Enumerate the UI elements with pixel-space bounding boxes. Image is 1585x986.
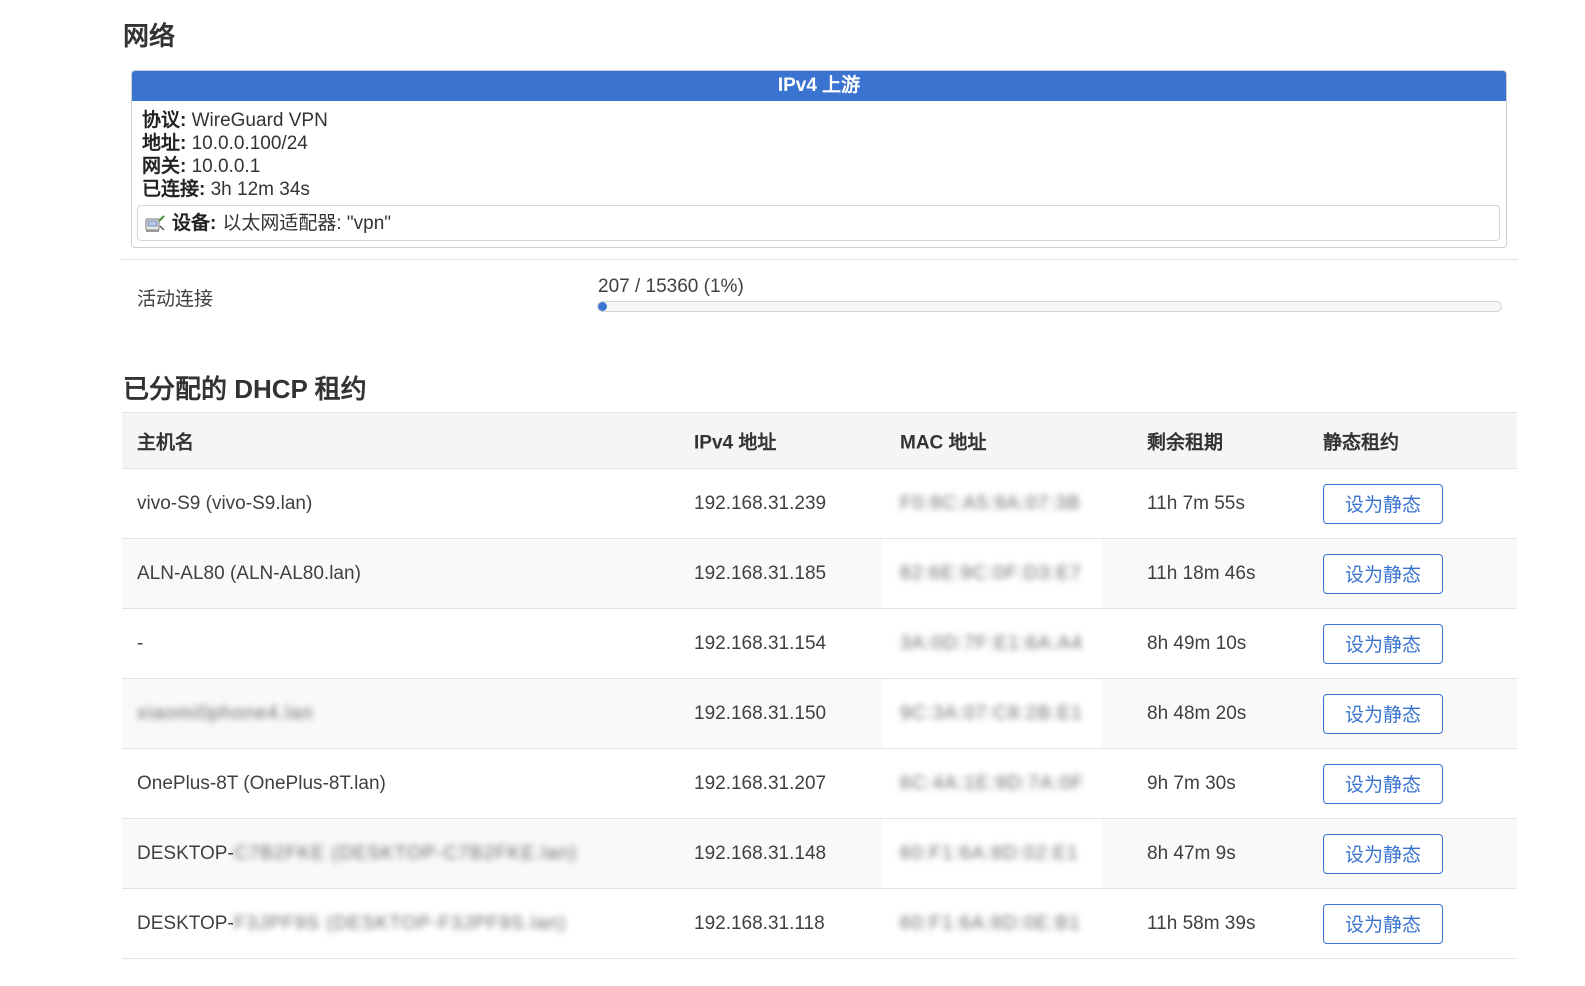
ipv4-upstream-header: IPv4 上游: [132, 71, 1506, 101]
hostname-cell: DESKTOP-C7B2FKE (DESKTOP-C7B2FKE.lan): [137, 843, 577, 865]
mac-cell-redacted: 60:F1:6A:8D:02:E1: [900, 842, 1079, 864]
gateway-row: 网关: 10.0.0.1: [142, 155, 1496, 178]
static-cell: 设为静态: [1323, 623, 1443, 664]
table-body: vivo-S9 (vivo-S9.lan) 192.168.31.239 F0:8C…: [122, 469, 1517, 959]
lease-remaining-cell: 8h 48m 20s: [1147, 702, 1247, 724]
hostname-redacted: C7B2FKE (DESKTOP-C7B2FKE.lan): [233, 842, 578, 864]
ipv4-upstream-details: 协议: WireGuard VPN 地址: 10.0.0.100/24 网关: …: [132, 101, 1506, 241]
address-row: 地址: 10.0.0.100/24: [142, 132, 1496, 155]
hostname-cell: OnePlus-8T (OnePlus-8T.lan): [137, 773, 386, 795]
dhcp-leases-table: 主机名 IPv4 地址 MAC 地址 剩余租期 静态租约 vivo-S9 (vi…: [122, 412, 1517, 959]
luci-status-page: 网络 IPv4 上游 协议: WireGuard VPN 地址: 10.0.0.…: [0, 0, 1585, 986]
set-static-button[interactable]: 设为静态: [1323, 903, 1443, 944]
mac-cell-redacted: 9C:3A:07:C8:2B:E1: [900, 702, 1083, 724]
lease-remaining-cell: 8h 47m 9s: [1147, 842, 1236, 864]
device-box[interactable]: 设备: 以太网适配器: "vpn": [137, 205, 1500, 241]
ipv4-cell: 192.168.31.150: [694, 702, 827, 724]
mac-cell-redacted: 60:F1:6A:8D:0E:B1: [900, 912, 1081, 934]
protocol-value: WireGuard VPN: [191, 110, 328, 131]
table-row: ALN-AL80 (ALN-AL80.lan) 192.168.31.185 82:…: [122, 539, 1517, 609]
hostname-text: vivo-S9 (vivo-S9.lan): [137, 492, 313, 514]
table-header: 主机名 IPv4 地址 MAC 地址 剩余租期 静态租约: [122, 412, 1517, 469]
gateway-label: 网关:: [142, 156, 187, 177]
static-cell: 设为静态: [1323, 763, 1443, 804]
ipv4-cell: 192.168.31.118: [694, 912, 825, 934]
table-row: OnePlus-8T (OnePlus-8T.lan) 192.168.31.20…: [122, 749, 1517, 819]
connected-label: 已连接:: [142, 179, 206, 200]
ipv4-cell: 192.168.31.185: [694, 562, 827, 584]
static-cell: 设为静态: [1323, 903, 1443, 944]
set-static-button[interactable]: 设为静态: [1323, 483, 1443, 524]
hostname-cell: ALN-AL80 (ALN-AL80.lan): [137, 563, 361, 585]
address-label: 地址:: [142, 133, 187, 154]
static-cell: 设为静态: [1323, 483, 1443, 524]
ipv4-cell: 192.168.31.207: [694, 772, 827, 794]
lease-remaining-cell: 9h 7m 30s: [1147, 772, 1236, 794]
column-header-mac: MAC 地址: [900, 432, 987, 453]
hostname-text: ALN-AL80 (ALN-AL80.lan): [137, 562, 361, 584]
device-label: 设备:: [172, 212, 217, 234]
column-header-hostname: 主机名: [137, 432, 195, 453]
hostname-redacted: F3JPF9S (DESKTOP-F3JPF9S.lan): [233, 912, 567, 934]
connected-row: 已连接: 3h 12m 34s: [142, 178, 1496, 201]
mac-cell-redacted: 82:6E:9C:0F:D3:E7: [900, 562, 1082, 584]
hostname-cell: -: [137, 633, 143, 655]
hostname-text: DESKTOP-: [137, 912, 234, 934]
set-static-button[interactable]: 设为静态: [1323, 553, 1443, 594]
mac-cell-redacted: 3A:0D:7F:E1:6A:A4: [900, 632, 1083, 654]
set-static-button[interactable]: 设为静态: [1323, 763, 1443, 804]
hostname-text: OnePlus-8T (OnePlus-8T.lan): [137, 772, 386, 794]
dhcp-section-title: 已分配的 DHCP 租约: [123, 374, 367, 404]
lease-remaining-cell: 11h 7m 55s: [1147, 492, 1245, 514]
ipv4-upstream-panel: IPv4 上游 协议: WireGuard VPN 地址: 10.0.0.100…: [131, 70, 1507, 248]
column-header-static: 静态租约: [1323, 432, 1400, 453]
hostname-cell: xiaomi0phone4.lan: [137, 703, 314, 725]
mac-cell-redacted: F0:8C:A5:9A:07:3B: [900, 492, 1081, 514]
set-static-button[interactable]: 设为静态: [1323, 623, 1443, 664]
table-row: vivo-S9 (vivo-S9.lan) 192.168.31.239 F0:8C…: [122, 469, 1517, 539]
ipv4-cell: 192.168.31.154: [694, 632, 827, 654]
gateway-value: 10.0.0.1: [191, 156, 261, 177]
protocol-label: 协议:: [142, 110, 187, 131]
table-row: DESKTOP-F3JPF9S (DESKTOP-F3JPF9S.lan) 192…: [122, 889, 1517, 959]
hostname-cell: vivo-S9 (vivo-S9.lan): [137, 493, 312, 515]
network-section-title: 网络: [123, 21, 176, 51]
table-row: - 192.168.31.154 3A:0D:7F:E1:6A:A4 8h 49m 1…: [122, 609, 1517, 679]
static-cell: 设为静态: [1323, 833, 1443, 874]
column-header-ipv4: IPv4 地址: [694, 432, 777, 453]
active-connections-progress-fill: [598, 302, 608, 311]
table-row: xiaomi0phone4.lan 192.168.31.150 9C:3A:07:…: [122, 679, 1517, 749]
mac-cell-redacted: 6C:4A:1E:9D:7A:0F: [900, 772, 1084, 794]
set-static-button[interactable]: 设为静态: [1323, 833, 1443, 874]
set-static-button[interactable]: 设为静态: [1323, 693, 1443, 734]
column-header-lease: 剩余租期: [1147, 432, 1224, 453]
active-connections-progress: [597, 301, 1502, 312]
static-cell: 设为静态: [1323, 693, 1443, 734]
divider: [121, 259, 1518, 260]
ethernet-adapter-icon: [144, 212, 166, 234]
lease-remaining-cell: 8h 49m 10s: [1147, 632, 1247, 654]
hostname-text: -: [137, 632, 144, 654]
protocol-row: 协议: WireGuard VPN: [142, 109, 1496, 132]
address-value: 10.0.0.100/24: [191, 133, 308, 154]
hostname-text: DESKTOP-: [137, 842, 234, 864]
hostname-redacted: xiaomi0phone4.lan: [137, 702, 314, 724]
hostname-cell: DESKTOP-F3JPF9S (DESKTOP-F3JPF9S.lan): [137, 913, 567, 935]
lease-remaining-cell: 11h 58m 39s: [1147, 912, 1256, 934]
table-row: DESKTOP-C7B2FKE (DESKTOP-C7B2FKE.lan) 192…: [122, 819, 1517, 889]
connected-value: 3h 12m 34s: [210, 179, 310, 200]
ipv4-cell: 192.168.31.239: [694, 492, 827, 514]
lease-remaining-cell: 11h 18m 46s: [1147, 562, 1256, 584]
ipv4-cell: 192.168.31.148: [694, 842, 827, 864]
device-value: 以太网适配器: "vpn": [222, 212, 392, 234]
static-cell: 设为静态: [1323, 553, 1443, 594]
active-connections-value: 207 / 15360 (1%): [598, 276, 744, 297]
active-connections-label: 活动连接: [137, 289, 214, 310]
